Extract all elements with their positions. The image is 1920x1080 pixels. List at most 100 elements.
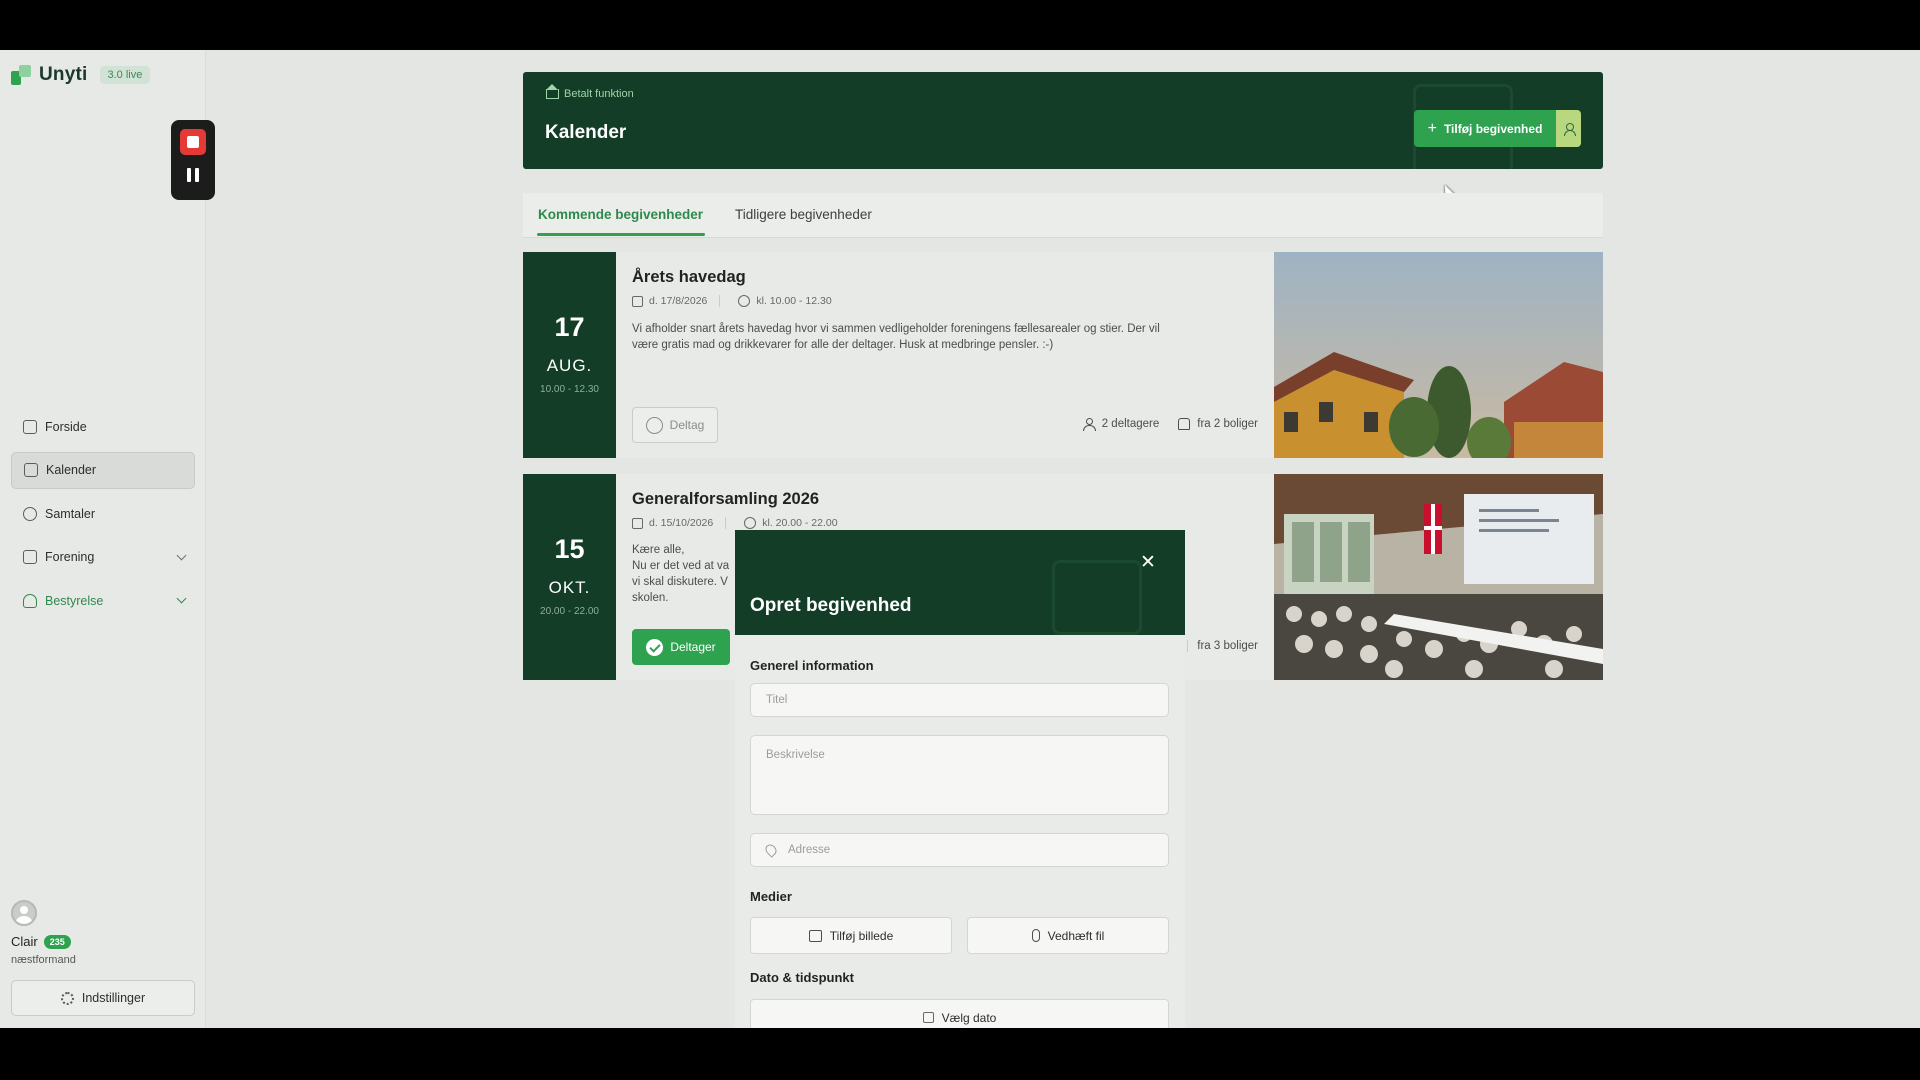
add-event-label: Tilføj begivenhed bbox=[1443, 121, 1543, 136]
event-time: kl. 20.00 - 22.00 bbox=[762, 517, 838, 529]
divider bbox=[1187, 640, 1189, 652]
stop-record-icon[interactable] bbox=[180, 129, 206, 155]
paperclip-icon bbox=[1031, 929, 1040, 942]
sidebar-item-label: Forening bbox=[45, 550, 95, 564]
home-count: fra 3 boliger bbox=[1197, 640, 1258, 652]
sidebar-item-label: Forside bbox=[45, 419, 87, 434]
description-placeholder: Beskrivelse bbox=[766, 749, 825, 761]
calendar-icon bbox=[632, 517, 643, 529]
recorder-widget bbox=[171, 120, 215, 200]
user-name: Clair bbox=[11, 934, 38, 949]
circle-icon bbox=[645, 416, 663, 434]
event-stats: fra 3 boliger bbox=[1187, 640, 1258, 652]
plus-icon: + bbox=[1427, 119, 1437, 137]
user-add-icon bbox=[1563, 123, 1576, 136]
choose-date-button[interactable]: Vælg dato bbox=[750, 999, 1169, 1028]
title-input[interactable]: Titel bbox=[750, 683, 1169, 717]
building-icon bbox=[23, 550, 37, 564]
choose-date-label: Vælg dato bbox=[941, 1010, 997, 1025]
event-stats: 2 deltagere fra 2 boliger bbox=[1082, 418, 1258, 431]
attach-file-button[interactable]: Vedhæft fil bbox=[967, 917, 1169, 954]
user-name-row: Clair 235 bbox=[11, 934, 71, 949]
check-circle-icon bbox=[646, 638, 664, 656]
add-image-button[interactable]: Tilføj billede bbox=[750, 917, 952, 954]
home-count: fra 2 boliger bbox=[1197, 418, 1258, 430]
joined-button[interactable]: Deltager bbox=[632, 629, 730, 665]
sidebar-item-samtaler[interactable]: Samtaler bbox=[11, 495, 195, 532]
event-tabs: Kommende begivenheder Tidligere begivenh… bbox=[523, 193, 1603, 238]
gear-icon bbox=[60, 991, 74, 1005]
create-event-modal: Opret begivenhed ✕ Generel information T… bbox=[735, 530, 1185, 1028]
avatar[interactable] bbox=[11, 900, 37, 926]
divider bbox=[725, 517, 727, 529]
user-profile: Clair 235 næstformand bbox=[11, 900, 76, 966]
app-name: Unyti bbox=[39, 64, 88, 85]
logo[interactable]: Unyti 3.0 live bbox=[11, 64, 151, 86]
sidebar-item-forside[interactable]: Forside bbox=[11, 408, 195, 445]
document-icon bbox=[23, 419, 37, 434]
title-placeholder: Titel bbox=[766, 694, 788, 706]
address-placeholder: Adresse bbox=[788, 844, 831, 856]
clock-icon bbox=[738, 295, 751, 307]
section-media: Medier bbox=[750, 889, 792, 904]
join-label: Deltager bbox=[670, 640, 716, 654]
event-date-block: 17 AUG. 10.00 - 12.30 bbox=[523, 252, 616, 458]
event-date-block: 15 OKT. 20.00 - 22.00 bbox=[523, 474, 616, 680]
join-button[interactable]: Deltag bbox=[632, 407, 718, 443]
participant-count: 2 deltagere bbox=[1101, 418, 1160, 430]
event-date: d. 15/10/2026 bbox=[649, 517, 714, 529]
event-month: AUG. bbox=[546, 356, 593, 375]
divider bbox=[719, 295, 721, 307]
sidebar-nav: Forside Kalender Samtaler Forening Besty… bbox=[11, 408, 195, 626]
home-icon bbox=[1178, 418, 1191, 430]
modal-header: Opret begivenhed ✕ bbox=[735, 530, 1185, 635]
user-icon bbox=[23, 593, 37, 608]
paid-feature-label: Betalt funktion bbox=[545, 84, 634, 100]
event-meta: d. 17/8/2026 kl. 10.00 - 12.30 bbox=[632, 295, 832, 307]
sidebar-item-label: Kalender bbox=[46, 463, 97, 477]
sidebar-item-label: Bestyrelse bbox=[45, 593, 104, 608]
calendar-icon bbox=[922, 1012, 934, 1023]
points-badge: 235 bbox=[43, 934, 71, 949]
chat-icon bbox=[23, 506, 37, 521]
page-title: Kalender bbox=[545, 122, 627, 143]
chevron-down-icon[interactable] bbox=[176, 593, 187, 604]
tab-upcoming[interactable]: Kommende begivenheder bbox=[538, 207, 703, 222]
description-input[interactable]: Beskrivelse bbox=[750, 735, 1169, 815]
add-image-label: Tilføj billede bbox=[829, 928, 894, 943]
event-description: Vi afholder snart årets havedag hvor vi … bbox=[632, 323, 1160, 351]
close-icon[interactable]: ✕ bbox=[1140, 553, 1156, 572]
address-input[interactable]: Adresse bbox=[750, 833, 1169, 867]
people-icon bbox=[1082, 418, 1096, 431]
paid-label-text: Betalt funktion bbox=[564, 88, 634, 100]
event-time: kl. 10.00 - 12.30 bbox=[756, 295, 832, 307]
version-badge: 3.0 live bbox=[99, 66, 151, 84]
active-tab-indicator bbox=[537, 233, 705, 236]
add-event-button[interactable]: + Tilføj begivenhed bbox=[1414, 110, 1556, 147]
clock-icon bbox=[744, 517, 757, 529]
event-card[interactable]: 17 AUG. 10.00 - 12.30 Årets havedag d. 1… bbox=[523, 252, 1603, 458]
calendar-icon bbox=[632, 295, 643, 307]
calendar-icon bbox=[24, 463, 38, 477]
event-time-range: 20.00 - 22.00 bbox=[540, 606, 599, 617]
event-title: Årets havedag bbox=[632, 268, 746, 286]
event-time-range: 10.00 - 12.30 bbox=[540, 384, 599, 395]
event-photo bbox=[1274, 474, 1603, 680]
sidebar-item-kalender[interactable]: Kalender bbox=[11, 451, 195, 489]
event-date: d. 17/8/2026 bbox=[649, 295, 708, 307]
sidebar-item-forening[interactable]: Forening bbox=[11, 539, 195, 576]
sidebar-item-bestyrelse[interactable]: Bestyrelse bbox=[11, 582, 195, 619]
pause-icon[interactable] bbox=[187, 168, 199, 182]
modal-title: Opret begivenhed bbox=[750, 595, 912, 616]
settings-label: Indstillinger bbox=[81, 991, 146, 1005]
image-add-icon bbox=[808, 929, 822, 942]
add-participant-button[interactable] bbox=[1556, 110, 1581, 147]
page-header: Betalt funktion Kalender + Tilføj begive… bbox=[523, 72, 1603, 169]
chevron-down-icon[interactable] bbox=[176, 550, 187, 560]
location-pin-icon bbox=[763, 842, 779, 858]
attach-file-label: Vedhæft fil bbox=[1047, 928, 1105, 943]
tab-past[interactable]: Tidligere begivenheder bbox=[735, 207, 872, 222]
calendar-watermark-icon bbox=[1052, 560, 1142, 635]
event-day: 17 bbox=[554, 312, 585, 342]
settings-button[interactable]: Indstillinger bbox=[11, 980, 195, 1016]
